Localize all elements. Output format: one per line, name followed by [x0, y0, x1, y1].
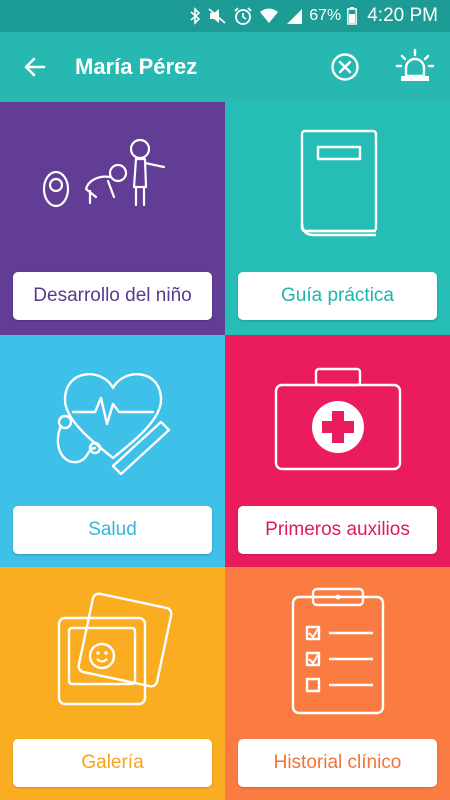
tile-label: Guía práctica [238, 272, 437, 320]
tile-label: Primeros auxilios [238, 506, 437, 554]
tile-practical-guide[interactable]: Guía práctica [225, 102, 450, 335]
clipboard-icon [291, 587, 384, 715]
close-button[interactable] [330, 52, 360, 82]
app-bar: María Pérez [0, 32, 450, 102]
battery-icon [347, 7, 358, 25]
book-icon [300, 129, 377, 237]
status-icons: 67% 4:20 PM [189, 0, 438, 32]
arrow-left-icon [24, 57, 46, 77]
baby-growth-icon [42, 138, 165, 208]
health-icon [56, 373, 170, 476]
tile-label: Desarrollo del niño [13, 272, 212, 320]
emergency-button[interactable] [395, 48, 435, 84]
tile-art [225, 577, 450, 727]
bluetooth-icon [190, 7, 201, 25]
wifi-icon [260, 8, 279, 23]
tile-clinical-history[interactable]: Historial clínico [225, 567, 450, 800]
tile-label: Salud [13, 506, 212, 554]
tile-art [0, 345, 225, 495]
alarm-clock-icon [234, 7, 252, 25]
tile-child-development[interactable]: Desarrollo del niño [0, 102, 225, 335]
tile-health[interactable]: Salud [0, 335, 225, 567]
first-aid-kit-icon [274, 367, 401, 471]
close-circle-icon [331, 53, 359, 81]
page-title: María Pérez [75, 54, 198, 79]
tile-gallery[interactable]: Galería [0, 567, 225, 800]
tile-art [0, 112, 225, 262]
tile-art [225, 345, 450, 495]
tile-first-aid[interactable]: Primeros auxilios [225, 335, 450, 567]
tile-art [225, 112, 450, 262]
battery-percent: 67% [309, 7, 342, 24]
tile-art [0, 577, 225, 727]
tile-label: Galería [13, 739, 212, 787]
status-bar: 67% 4:20 PM [0, 0, 450, 32]
tile-label: Historial clínico [238, 739, 437, 787]
status-time: 4:20 PM [367, 5, 438, 26]
signal-icon [287, 9, 303, 24]
mute-icon [208, 8, 226, 24]
siren-icon [395, 48, 435, 81]
gallery-icon [57, 592, 173, 706]
back-button[interactable] [20, 52, 50, 82]
